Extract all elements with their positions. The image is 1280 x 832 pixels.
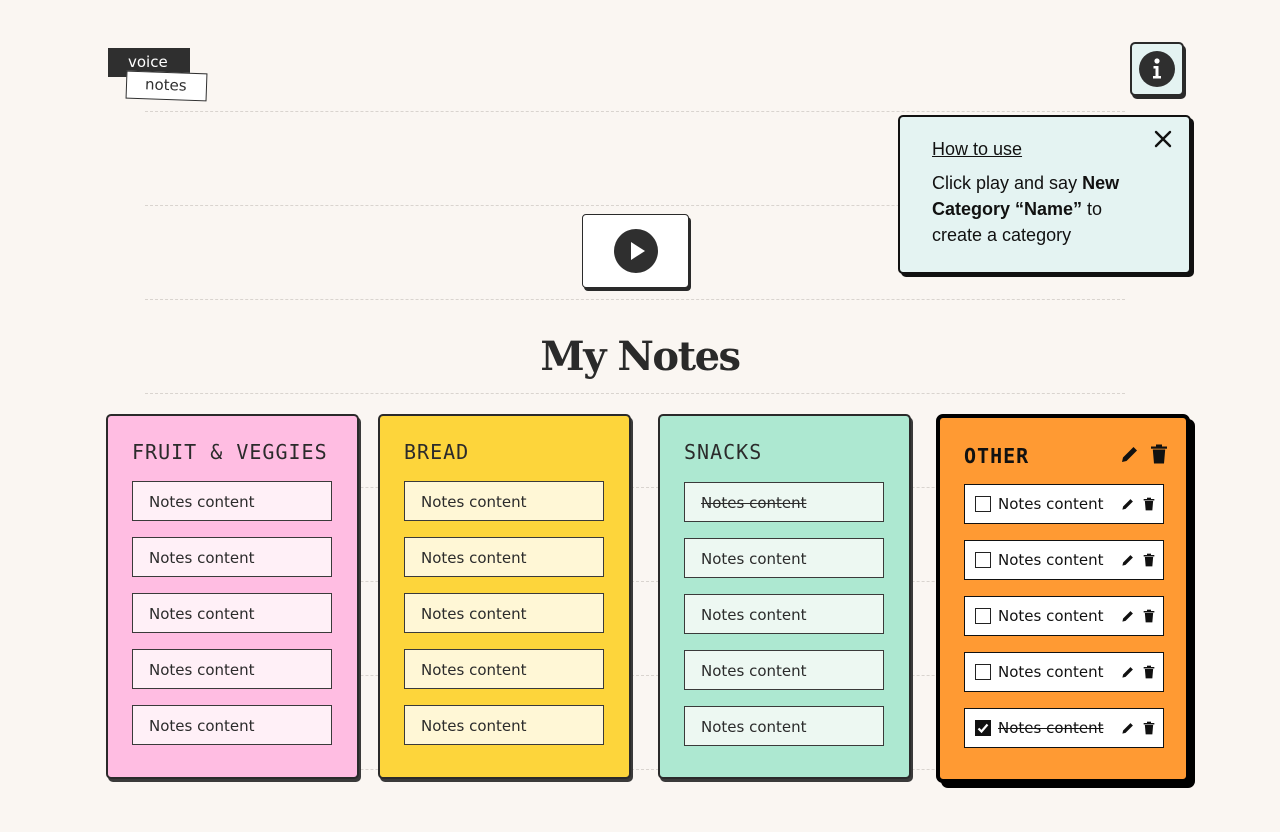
edit-note-button[interactable]: [1121, 721, 1135, 735]
trash-icon: [1143, 553, 1155, 567]
note-text[interactable]: Notes content: [998, 663, 1121, 681]
info-button[interactable]: [1130, 42, 1184, 96]
delete-note-button[interactable]: [1143, 721, 1155, 735]
close-help-button[interactable]: [1153, 129, 1173, 149]
delete-note-button[interactable]: [1143, 665, 1155, 679]
note-text[interactable]: Notes content: [998, 551, 1121, 569]
edit-category-button[interactable]: [1120, 444, 1140, 464]
note-item[interactable]: Notes content: [404, 481, 604, 521]
category-actions: [1120, 444, 1168, 464]
delete-category-button[interactable]: [1150, 444, 1168, 464]
info-icon: [1139, 51, 1175, 87]
category-card-other: OTHER Notes content Notes content Notes co…: [936, 414, 1190, 783]
trash-icon: [1143, 665, 1155, 679]
edit-note-button[interactable]: [1121, 497, 1135, 511]
note-actions: [1121, 553, 1155, 567]
delete-note-button[interactable]: [1143, 609, 1155, 623]
help-tooltip: How to use Click play and say New Catego…: [898, 115, 1191, 274]
note-actions: [1121, 665, 1155, 679]
play-icon: [613, 229, 658, 273]
note-item: Notes content: [964, 708, 1164, 748]
category-title: SNACKS: [684, 440, 763, 464]
note-checkbox[interactable]: [975, 552, 991, 568]
category-title: OTHER: [964, 444, 1030, 468]
category-title: FRUIT & VEGGIES: [132, 440, 328, 464]
note-checkbox[interactable]: [975, 720, 991, 736]
note-item[interactable]: Notes content: [684, 482, 884, 522]
close-icon: [1154, 130, 1172, 148]
note-item[interactable]: Notes content: [132, 593, 332, 633]
note-item[interactable]: Notes content: [684, 594, 884, 634]
note-item[interactable]: Notes content: [404, 537, 604, 577]
note-item[interactable]: Notes content: [132, 705, 332, 745]
note-item[interactable]: Notes content: [132, 537, 332, 577]
note-item: Notes content: [964, 596, 1164, 636]
trash-icon: [1143, 609, 1155, 623]
page-title: My Notes: [540, 333, 741, 380]
category-card-bread: BREAD Notes content Notes content Notes …: [378, 414, 631, 779]
divider-line: [145, 299, 1125, 300]
note-text[interactable]: Notes content: [998, 607, 1121, 625]
note-item: Notes content: [964, 540, 1164, 580]
edit-note-button[interactable]: [1121, 665, 1135, 679]
help-title[interactable]: How to use: [932, 139, 1155, 160]
divider-line: [145, 393, 1125, 394]
note-checkbox[interactable]: [975, 664, 991, 680]
note-text[interactable]: Notes content: [998, 719, 1121, 737]
trash-icon: [1143, 497, 1155, 511]
delete-note-button[interactable]: [1143, 497, 1155, 511]
category-title: BREAD: [404, 440, 470, 464]
note-item: Notes content: [964, 484, 1164, 524]
edit-note-button[interactable]: [1121, 553, 1135, 567]
logo-notes: notes: [125, 70, 208, 102]
edit-icon: [1122, 723, 1133, 734]
check-icon: [977, 723, 989, 734]
edit-icon: [1122, 499, 1133, 510]
note-actions: [1121, 721, 1155, 735]
edit-icon: [1122, 555, 1133, 566]
note-actions: [1121, 497, 1155, 511]
note-item[interactable]: Notes content: [684, 538, 884, 578]
category-card-fruit-veggies: FRUIT & VEGGIES Notes content Notes cont…: [106, 414, 359, 779]
edit-icon: [1122, 667, 1133, 678]
play-button[interactable]: [582, 214, 689, 288]
note-item[interactable]: Notes content: [684, 706, 884, 746]
note-checkbox[interactable]: [975, 496, 991, 512]
divider-line: [145, 111, 1125, 112]
edit-note-button[interactable]: [1121, 609, 1135, 623]
note-actions: [1121, 609, 1155, 623]
category-card-snacks: SNACKS Notes content Notes content Notes…: [658, 414, 911, 779]
note-item[interactable]: Notes content: [132, 649, 332, 689]
note-item[interactable]: Notes content: [404, 649, 604, 689]
note-item[interactable]: Notes content: [684, 650, 884, 690]
note-item[interactable]: Notes content: [132, 481, 332, 521]
note-item[interactable]: Notes content: [404, 705, 604, 745]
edit-icon: [1122, 611, 1133, 622]
edit-icon: [1122, 447, 1137, 462]
delete-note-button[interactable]: [1143, 553, 1155, 567]
note-checkbox[interactable]: [975, 608, 991, 624]
note-item[interactable]: Notes content: [404, 593, 604, 633]
note-text[interactable]: Notes content: [998, 495, 1121, 513]
trash-icon: [1151, 444, 1167, 464]
note-item: Notes content: [964, 652, 1164, 692]
trash-icon: [1143, 721, 1155, 735]
help-text: Click play and say New Category “Name” t…: [932, 173, 1120, 245]
